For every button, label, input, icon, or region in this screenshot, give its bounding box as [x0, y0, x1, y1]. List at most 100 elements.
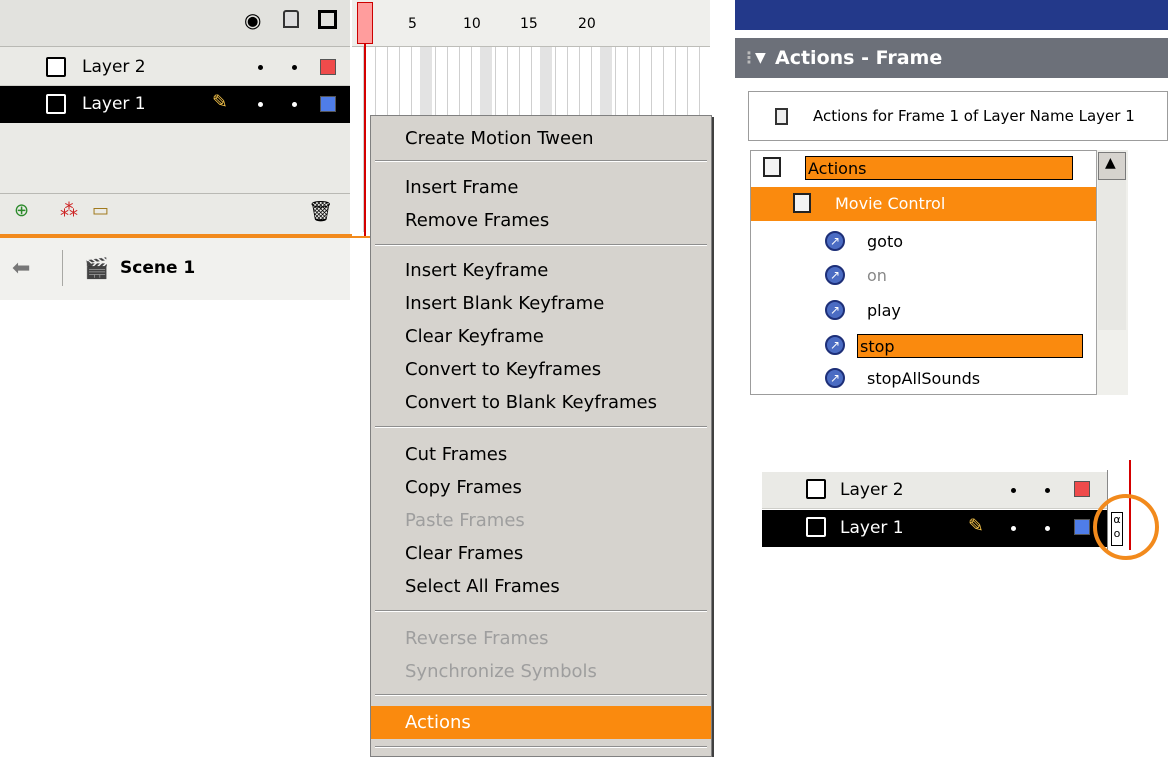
window-titlebar — [735, 0, 1168, 30]
menu-item-insert-keyframe[interactable]: Insert Keyframe — [371, 254, 711, 287]
scene-clapper-icon: 🎬 — [84, 256, 109, 280]
visibility-dot[interactable] — [1011, 488, 1016, 493]
tree-item-stopallsounds[interactable]: ↗ stopAllSounds — [751, 362, 1097, 396]
layer-name: Layer 2 — [82, 57, 146, 77]
menu-item-synchronize-symbols: Synchronize Symbols — [405, 661, 597, 682]
menu-item-clear-keyframe[interactable]: Clear Keyframe — [371, 320, 711, 353]
menu-item-actions[interactable]: Actions — [371, 706, 711, 739]
book-icon — [793, 193, 811, 213]
frame-number: 15 — [520, 16, 538, 32]
menu-item-create-motion-tween[interactable]: Create Motion Tween — [371, 122, 711, 155]
tree-label: goto — [867, 232, 904, 251]
panel-title: Actions - Frame — [775, 47, 943, 69]
layer-name: Layer 2 — [840, 480, 904, 500]
tree-label: Movie Control — [835, 194, 946, 213]
menu-item-convert-to-blank-keyframes[interactable]: Convert to Blank Keyframes — [371, 386, 711, 419]
tree-label: Actions — [805, 156, 1073, 180]
visibility-dot[interactable] — [1011, 526, 1016, 531]
menu-separator — [375, 746, 707, 748]
frame-script-icon — [775, 108, 788, 125]
menu-item-clear-frames[interactable]: Clear Frames — [371, 537, 711, 570]
layer-icon — [806, 479, 826, 499]
trash-icon[interactable]: 🗑 — [308, 199, 333, 223]
lock-dot[interactable] — [1045, 488, 1050, 493]
actions-for-label: Actions for Frame 1 of Layer Name Layer … — [813, 107, 1135, 125]
collapse-arrow-icon[interactable]: ▼ — [755, 38, 766, 78]
frame-number: 10 — [463, 16, 481, 32]
separator — [62, 250, 63, 286]
actions-toolbox: Actions Movie Control ↗ goto ↗ on ↗ play… — [750, 150, 1100, 395]
lock-dot[interactable] — [1045, 526, 1050, 531]
layer-color-swatch[interactable] — [320, 96, 336, 112]
lock-dot[interactable] — [292, 65, 297, 70]
menu-separator — [375, 160, 707, 162]
menu-item-insert-frame[interactable]: Insert Frame — [371, 171, 711, 204]
tree-root-actions[interactable]: Actions — [751, 151, 1101, 185]
layer-color-swatch[interactable] — [1074, 519, 1090, 535]
tree-item-goto[interactable]: ↗ goto — [751, 225, 1097, 259]
action-icon: ↗ — [825, 335, 845, 355]
playhead-line — [364, 44, 366, 236]
action-icon: ↗ — [825, 265, 845, 285]
book-icon — [763, 157, 781, 177]
tree-folder-movie-control[interactable]: Movie Control — [751, 187, 1097, 221]
layer-icon — [46, 57, 66, 77]
layer-toolbar: ⊕ ⁂ ▭ 🗑 — [0, 193, 350, 229]
scroll-up-button[interactable]: ▲ — [1098, 152, 1126, 180]
tree-label: play — [867, 301, 901, 320]
action-icon: ↗ — [825, 300, 845, 320]
highlight-circle — [1093, 494, 1159, 560]
add-motion-guide-icon[interactable]: ⁂ — [60, 200, 78, 221]
menu-item-cut-frames[interactable]: Cut Frames — [371, 438, 711, 471]
frame-ruler: 1 5 10 15 20 — [352, 0, 710, 47]
tree-label: stop — [857, 334, 1083, 358]
zoom-layer-row-layer-1[interactable]: Layer 1 ✎ — [762, 510, 1107, 547]
tree-item-play[interactable]: ↗ play — [751, 294, 1097, 328]
outline-icon[interactable] — [318, 10, 337, 29]
scene-label[interactable]: Scene 1 — [120, 258, 195, 278]
lock-icon[interactable] — [283, 10, 299, 28]
tree-item-stop[interactable]: ↗ stop — [751, 329, 1097, 363]
menu-separator — [375, 610, 707, 612]
zoom-layer-row-layer-2[interactable]: Layer 2 — [762, 472, 1107, 509]
tree-item-on[interactable]: ↗ on — [751, 259, 1097, 293]
add-folder-icon[interactable]: ▭ — [92, 200, 109, 221]
menu-separator — [375, 426, 707, 428]
visibility-dot[interactable] — [258, 102, 263, 107]
menu-item-convert-to-keyframes[interactable]: Convert to Keyframes — [371, 353, 711, 386]
scroll-up-icon: ▲ — [1105, 155, 1116, 171]
frame-marker-5 — [420, 47, 432, 122]
menu-separator — [375, 244, 707, 246]
action-icon: ↗ — [825, 231, 845, 251]
menu-item-remove-frames[interactable]: Remove Frames — [371, 204, 711, 237]
layer-row-layer-1[interactable]: Layer 1 ✎ — [0, 86, 350, 123]
layer-color-swatch[interactable] — [1074, 481, 1090, 497]
frame-marker-15 — [540, 47, 552, 122]
pencil-icon: ✎ — [968, 515, 984, 537]
eye-icon[interactable]: ◉ — [244, 8, 261, 32]
frame-number: 20 — [578, 16, 596, 32]
menu-item-insert-blank-keyframe[interactable]: Insert Blank Keyframe — [371, 287, 711, 320]
menu-item-select-all-frames[interactable]: Select All Frames — [371, 570, 711, 603]
edit-bar: ⬅ 🎬 Scene 1 — [0, 238, 350, 300]
visibility-dot[interactable] — [258, 65, 263, 70]
menu-separator — [375, 694, 707, 696]
layer-color-swatch[interactable] — [320, 59, 336, 75]
pencil-icon: ✎ — [212, 91, 228, 113]
tree-label: stopAllSounds — [867, 369, 981, 388]
lock-dot[interactable] — [292, 102, 297, 107]
add-layer-icon[interactable]: ⊕ — [14, 200, 29, 221]
actions-for-bar: Actions for Frame 1 of Layer Name Layer … — [748, 91, 1168, 141]
frame-marker-10 — [480, 47, 492, 122]
layer-icon — [46, 94, 66, 114]
layer-name: Layer 1 — [82, 94, 146, 114]
menu-item-copy-frames[interactable]: Copy Frames — [371, 471, 711, 504]
back-arrow-icon[interactable]: ⬅ — [12, 256, 30, 281]
actions-panel-title-bar[interactable]: ⋮ ▼ Actions - Frame — [735, 38, 1168, 78]
playhead[interactable] — [357, 2, 373, 44]
tree-label: on — [867, 266, 887, 285]
scroll-thumb[interactable] — [1098, 180, 1126, 330]
layer-name: Layer 1 — [840, 518, 904, 538]
menu-item-paste-frames: Paste Frames — [405, 510, 525, 531]
layer-row-layer-2[interactable]: Layer 2 — [0, 49, 350, 86]
